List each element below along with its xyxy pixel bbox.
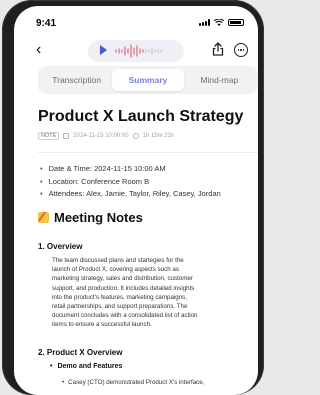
overview-line: document concludes with a consolidated l… [52,312,198,320]
product-overview-heading: 2. Product X Overview [38,348,123,357]
tab-mind-map[interactable]: Mind-map [184,69,255,91]
demo-features-item: Casey (CTO) demonstrated Product X's int… [62,379,204,386]
detail-location: Location: Conference Room B [40,177,258,186]
overview-heading: 1. Overview [38,242,83,251]
wifi-icon [214,19,224,26]
overview-line: support, and production. It includes det… [52,284,195,292]
note-meta: NOTE 2024-11-15 10:00:00 1h 15m 23s [38,132,174,140]
overview-line: retail partnerships, and support prepara… [52,303,188,311]
status-time: 9:41 [36,18,57,29]
chevron-left-icon[interactable]: ‹ [36,40,41,60]
view-tabs: Transcription Summary Mind-map [38,66,258,94]
audio-player[interactable] [88,40,184,62]
meeting-details: Date & Time: 2024-11-15 10:00 AM Locatio… [40,164,258,202]
battery-icon [228,19,244,26]
clock-icon [132,133,139,139]
tab-summary[interactable]: Summary [112,69,184,91]
page-title: Product X Launch Strategy [38,108,244,125]
divider [38,152,258,153]
meeting-notes-title: Meeting Notes [54,210,143,225]
note-datetime: 2024-11-15 10:00:00 [73,133,129,139]
app-screen: 9:41 ‹ Transcription Summary Mind-map Pr… [14,6,258,395]
status-bar: 9:41 [14,6,258,36]
detail-attendees: Attendees: Alex, Jamie, Taylor, Riley, C… [40,189,258,198]
cellular-signal-icon [199,19,210,26]
memo-icon [38,212,49,223]
calendar-icon [63,133,70,139]
note-duration: 1h 15m 23s [142,133,174,139]
more-options-icon[interactable] [234,43,248,57]
overview-paragraph: The team discussed plans and startegies … [52,256,248,330]
tab-transcription[interactable]: Transcription [41,69,112,91]
status-icons [199,19,244,26]
overview-line: launch of Product X, covering aspects su… [52,266,179,274]
overview-line: marketing strategy, sales and distributi… [52,275,193,283]
overview-line: into the product's features, marketing c… [52,293,187,301]
overview-line: The team discussed plans and startegies … [52,257,184,264]
overview-line: items to ensure a successful launch. [52,321,152,329]
meeting-notes-heading: Meeting Notes [38,210,143,225]
top-navigation: ‹ [14,36,258,68]
note-badge: NOTE [38,132,60,140]
detail-date-time: Date & Time: 2024-11-15 10:00 AM [40,164,258,173]
share-icon[interactable] [212,42,224,56]
phone-frame: 9:41 ‹ Transcription Summary Mind-map Pr… [2,0,264,395]
demo-features-subheading: Demo and Features [50,363,122,370]
waveform-icon[interactable] [114,44,174,58]
play-icon[interactable] [100,45,107,55]
